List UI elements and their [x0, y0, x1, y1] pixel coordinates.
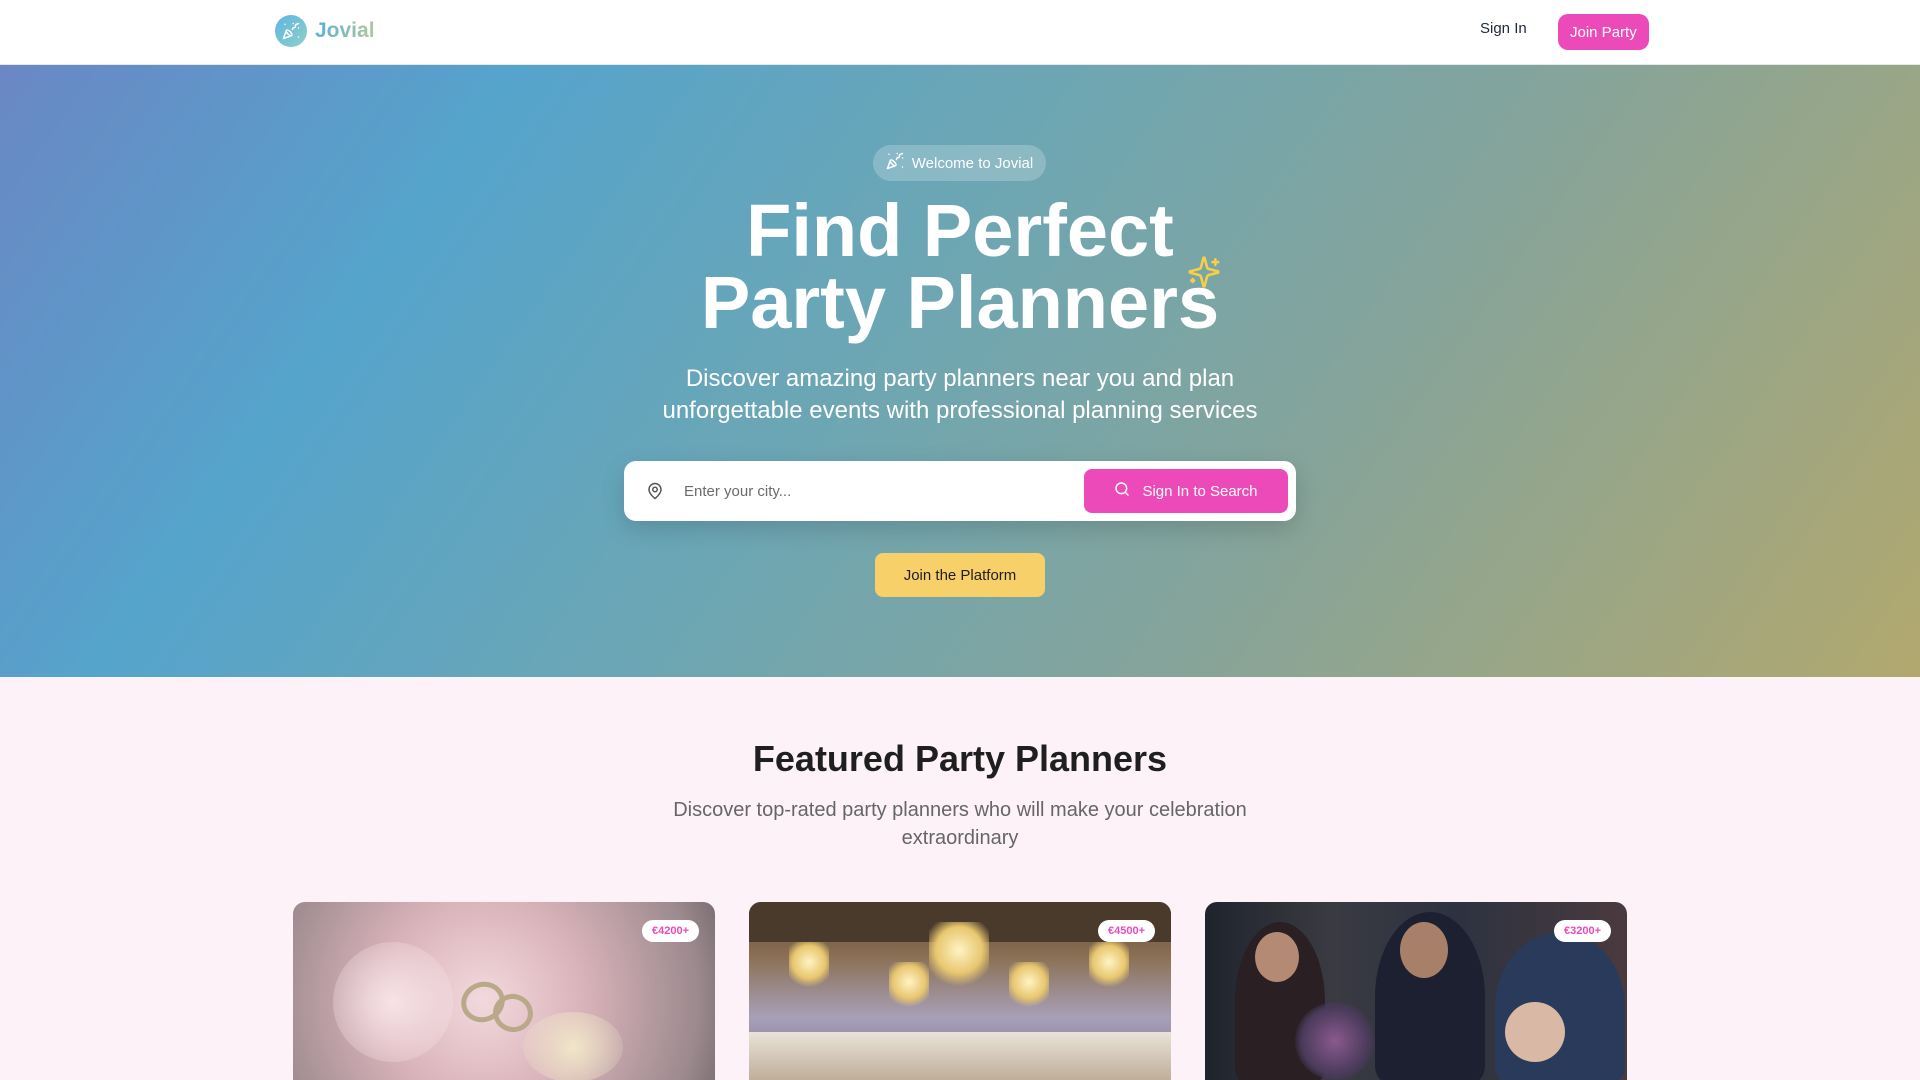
brand[interactable]: Jovial [275, 15, 375, 47]
hero-title-line1: Find Perfect [746, 189, 1174, 272]
hero-title: Find Perfect Party Planners [560, 194, 1360, 340]
map-pin-icon [646, 481, 664, 506]
hero-title-line2: Party Planners [700, 261, 1220, 344]
hero-subtitle-line2: unforgettable events with professional p… [662, 397, 1258, 424]
hero-section: Welcome to Jovial Find Perfect Party Pla… [0, 65, 1920, 677]
price-badge: €3200+ [1553, 920, 1611, 942]
join-platform-button[interactable]: Join the Platform [875, 553, 1045, 597]
sign-in-to-search-button[interactable]: Sign In to Search [1084, 469, 1288, 513]
sparkles-icon [1187, 255, 1221, 294]
price-badge: €4200+ [641, 920, 699, 942]
planner-card[interactable]: €4200+ [293, 902, 715, 1080]
hero-subtitle: Discover amazing party planners near you… [610, 363, 1310, 427]
hero-subtitle-line1: Discover amazing party planners near you… [685, 365, 1235, 392]
welcome-badge-label: Welcome to Jovial [911, 154, 1034, 172]
brand-name: Jovial [315, 19, 375, 42]
search-icon [1114, 481, 1130, 501]
featured-subtitle-line1: Discover top-rated party planners who wi… [673, 799, 1247, 821]
city-search-bar: Sign In to Search [624, 461, 1296, 521]
featured-title: Featured Party Planners [752, 738, 1168, 779]
sign-in-to-search-label: Sign In to Search [1142, 482, 1258, 500]
welcome-badge: Welcome to Jovial [873, 145, 1046, 181]
join-party-button[interactable]: Join Party [1558, 14, 1649, 50]
top-navbar: Jovial Sign In Join Party [0, 0, 1920, 65]
featured-subtitle: Discover top-rated party planners who wi… [660, 796, 1260, 852]
sign-in-link[interactable]: Sign In [1480, 20, 1527, 37]
featured-subtitle-line2: extraordinary [901, 827, 1019, 849]
party-popper-icon [275, 15, 307, 47]
planner-card[interactable]: €4500+ [749, 902, 1171, 1080]
city-search-input[interactable] [684, 473, 1064, 509]
planner-card[interactable]: €3200+ [1205, 902, 1627, 1080]
price-badge: €4500+ [1097, 920, 1155, 942]
party-popper-icon [886, 152, 904, 174]
